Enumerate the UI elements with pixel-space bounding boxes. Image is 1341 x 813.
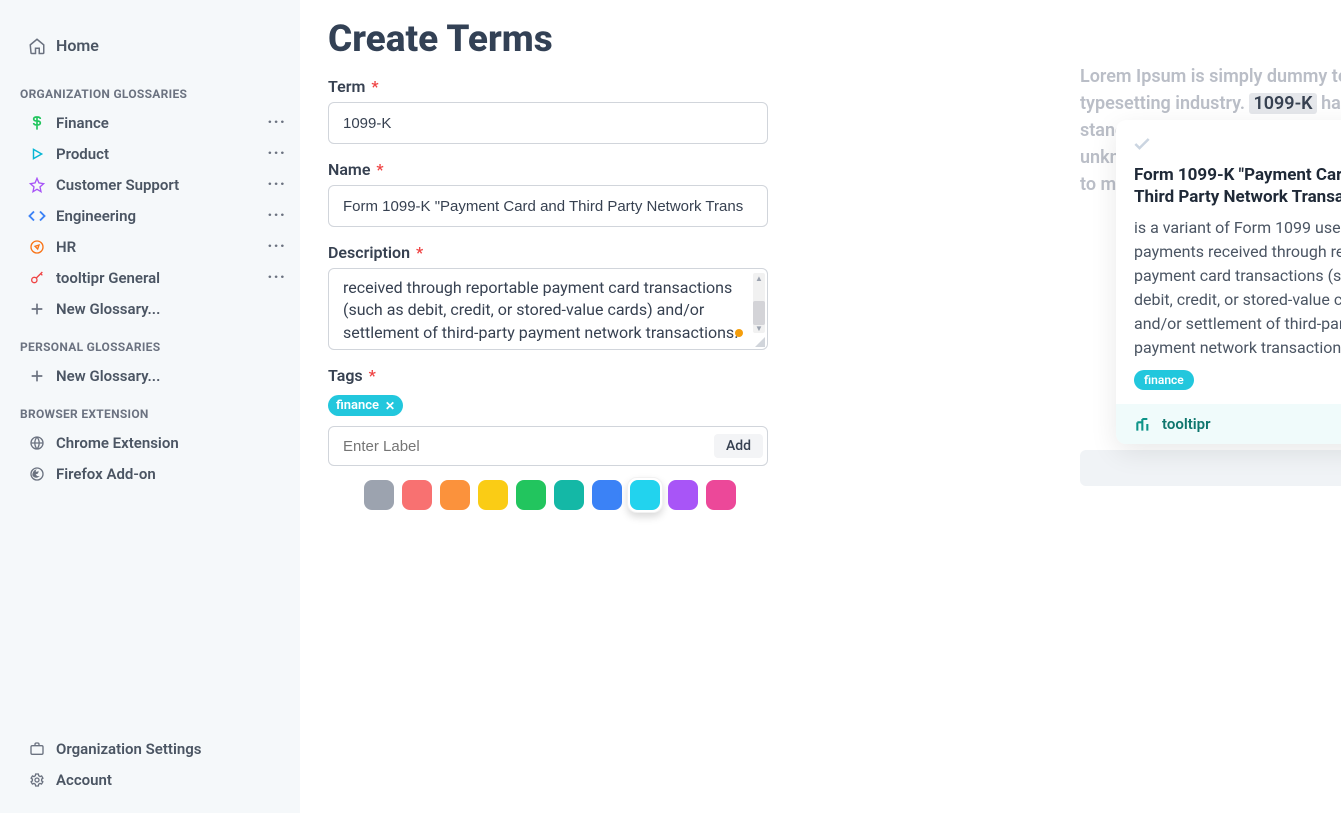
sidebar-chrome-extension[interactable]: Chrome Extension xyxy=(18,427,290,458)
color-swatch[interactable] xyxy=(516,480,546,510)
tooltip-description: is a variant of Form 1099 used to report… xyxy=(1134,216,1341,360)
color-swatch[interactable] xyxy=(706,480,736,510)
tooltip-title: Form 1099-K "Payment Card and Third Part… xyxy=(1134,164,1341,208)
sidebar-item-product[interactable]: Product ··· xyxy=(18,138,290,169)
sidebar-item-label: tooltipr General xyxy=(56,269,160,287)
home-icon xyxy=(26,37,48,55)
label-tags: Tags * xyxy=(328,366,768,385)
tag-chip-label: finance xyxy=(336,398,379,413)
sidebar-item-label: Account xyxy=(56,771,112,789)
status-dot-icon xyxy=(735,329,743,337)
tooltipr-logo-icon xyxy=(1134,414,1154,434)
color-swatch[interactable] xyxy=(630,480,660,510)
sidebar-new-glossary-personal[interactable]: New Glossary... xyxy=(18,360,290,391)
main-content: Create Terms Term * Name * Description *… xyxy=(300,0,1341,813)
sidebar-new-glossary-org[interactable]: New Glossary... xyxy=(18,293,290,324)
play-icon xyxy=(26,147,48,161)
sidebar-item-label: New Glossary... xyxy=(56,367,160,385)
briefcase-icon xyxy=(26,741,48,757)
preview-backdrop xyxy=(1080,450,1341,486)
sidebar-org-settings[interactable]: Organization Settings xyxy=(18,733,290,764)
plus-icon xyxy=(26,301,48,317)
more-icon[interactable]: ··· xyxy=(267,176,286,194)
color-swatch[interactable] xyxy=(668,480,698,510)
sidebar-item-label: Product xyxy=(56,145,109,163)
sidebar-firefox-addon[interactable]: Firefox Add-on xyxy=(18,458,290,489)
color-swatch[interactable] xyxy=(440,480,470,510)
sidebar-item-label: Chrome Extension xyxy=(56,434,179,452)
firefox-icon xyxy=(26,466,48,482)
tooltip-card: Form 1099-K "Payment Card and Third Part… xyxy=(1116,120,1341,444)
tag-input[interactable] xyxy=(333,438,714,455)
name-input[interactable] xyxy=(328,185,768,227)
color-swatch[interactable] xyxy=(478,480,508,510)
globe-icon xyxy=(26,435,48,451)
sidebar-item-tooltipr-general[interactable]: tooltipr General ··· xyxy=(18,262,290,293)
label-name: Name * xyxy=(328,160,768,179)
sidebar-item-hr[interactable]: HR ··· xyxy=(18,231,290,262)
create-term-form: Term * Name * Description * received thr… xyxy=(328,77,768,510)
sidebar-item-customer-support[interactable]: Customer Support ··· xyxy=(18,169,290,200)
preview-highlight: 1099-K xyxy=(1249,93,1316,114)
color-swatch[interactable] xyxy=(592,480,622,510)
tag-input-row: Add xyxy=(328,426,768,466)
tooltip-brand: tooltipr xyxy=(1162,415,1211,433)
resize-handle-icon[interactable] xyxy=(753,335,765,347)
add-tag-button[interactable]: Add xyxy=(714,434,763,458)
color-swatch[interactable] xyxy=(364,480,394,510)
description-text: received through reportable payment card… xyxy=(343,277,751,341)
more-icon[interactable]: ··· xyxy=(267,207,286,225)
sidebar-home[interactable]: Home xyxy=(18,30,290,61)
color-palette xyxy=(328,480,768,510)
sidebar-item-label: Firefox Add-on xyxy=(56,465,156,483)
sidebar-item-engineering[interactable]: Engineering ··· xyxy=(18,200,290,231)
sidebar-home-label: Home xyxy=(56,36,99,55)
sidebar-item-label: Finance xyxy=(56,114,109,132)
scroll-thumb[interactable] xyxy=(753,301,765,325)
tooltip-footer[interactable]: tooltipr xyxy=(1116,404,1341,444)
code-icon xyxy=(26,207,48,225)
more-icon[interactable]: ··· xyxy=(267,145,286,163)
sidebar: Home ORGANIZATION GLOSSARIES Finance ···… xyxy=(0,0,300,813)
more-icon[interactable]: ··· xyxy=(267,238,286,256)
page-title: Create Terms xyxy=(328,18,1313,61)
label-description: Description * xyxy=(328,243,768,262)
dollar-icon xyxy=(26,115,48,131)
plus-icon xyxy=(26,368,48,384)
section-org-glossaries: ORGANIZATION GLOSSARIES xyxy=(18,71,290,107)
tag-chip: finance ✕ xyxy=(328,395,403,416)
more-icon[interactable]: ··· xyxy=(267,114,286,132)
description-textarea[interactable]: received through reportable payment card… xyxy=(328,268,768,350)
star-icon xyxy=(26,177,48,193)
scroll-up-icon[interactable]: ▲ xyxy=(754,273,764,283)
key-icon xyxy=(26,270,48,286)
sidebar-item-label: Engineering xyxy=(56,207,136,225)
section-personal-glossaries: PERSONAL GLOSSARIES xyxy=(18,324,290,360)
check-icon[interactable] xyxy=(1132,134,1152,154)
gear-icon xyxy=(26,772,48,788)
compass-icon xyxy=(26,239,48,255)
tag-remove-icon[interactable]: ✕ xyxy=(385,399,395,413)
sidebar-item-label: Customer Support xyxy=(56,176,179,194)
sidebar-item-finance[interactable]: Finance ··· xyxy=(18,107,290,138)
sidebar-item-label: New Glossary... xyxy=(56,300,160,318)
more-icon[interactable]: ··· xyxy=(267,269,286,287)
color-swatch[interactable] xyxy=(402,480,432,510)
term-input[interactable] xyxy=(328,102,768,144)
color-swatch[interactable] xyxy=(554,480,584,510)
tooltip-tag: finance xyxy=(1134,370,1194,390)
label-term: Term * xyxy=(328,77,768,96)
sidebar-item-label: HR xyxy=(56,238,76,256)
sidebar-item-label: Organization Settings xyxy=(56,740,201,758)
section-browser-extension: BROWSER EXTENSION xyxy=(18,391,290,427)
sidebar-account[interactable]: Account xyxy=(18,764,290,795)
